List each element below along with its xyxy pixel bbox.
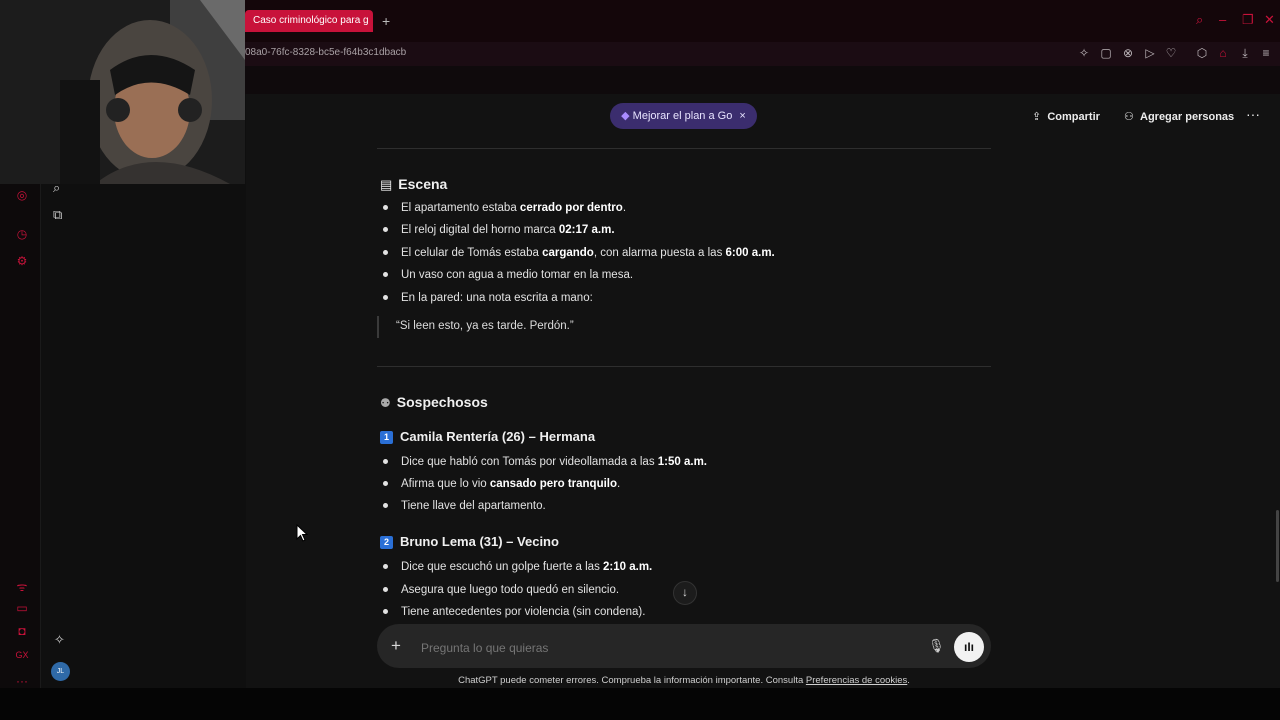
prompt-input[interactable] bbox=[419, 640, 903, 656]
divider bbox=[377, 366, 991, 367]
share-button[interactable]: ⇪ Compartir bbox=[1032, 110, 1100, 123]
list-item: Un vaso con agua a medio tomar en la mes… bbox=[383, 269, 633, 281]
upgrade-label: Mejorar el plan a Go bbox=[632, 110, 733, 122]
list-item: Tiene llave del apartamento. bbox=[383, 500, 546, 512]
library-icon[interactable]: ⧉ bbox=[53, 207, 62, 223]
webcam-overlay bbox=[0, 0, 245, 184]
new-tab-button[interactable]: + bbox=[382, 10, 396, 32]
menu-icon[interactable]: ≡ bbox=[1259, 46, 1273, 60]
play-icon[interactable]: ▷ bbox=[1143, 46, 1157, 60]
disclaimer-end: . bbox=[907, 675, 910, 686]
history-icon[interactable]: ◷ bbox=[14, 227, 30, 241]
list-item: Dice que habló con Tomás por videollamad… bbox=[383, 456, 707, 468]
share-label: Compartir bbox=[1047, 111, 1100, 123]
more-options-icon[interactable]: ··· bbox=[1246, 106, 1260, 122]
voice-mode-button[interactable]: ıIı bbox=[954, 632, 984, 662]
wallet-icon[interactable]: ⌂ bbox=[1216, 46, 1230, 60]
disclaimer-text: ChatGPT puede cometer errores. Comprueba… bbox=[458, 675, 806, 686]
download-icon[interactable]: ⤓ bbox=[1238, 46, 1252, 61]
arrow-down-icon: ↓ bbox=[682, 585, 688, 599]
notepad-icon: ▤ bbox=[380, 177, 393, 192]
cookie-preferences-link[interactable]: Preferencias de cookies bbox=[806, 675, 907, 686]
microphone-icon[interactable]: 🎙︎ bbox=[928, 638, 945, 654]
people-icon: ⚉ bbox=[380, 396, 391, 410]
streamer-image bbox=[0, 0, 245, 184]
add-people-label: Agregar personas bbox=[1140, 111, 1235, 123]
list-item: Afirma que lo vio cansado pero tranquilo… bbox=[383, 478, 620, 490]
scene-title: Escena bbox=[398, 176, 448, 192]
bottom-bar bbox=[0, 688, 1280, 720]
suspect-name: Bruno Lema (31) – Vecino bbox=[400, 534, 559, 549]
list-item: El reloj digital del horno marca 02:17 a… bbox=[383, 224, 615, 236]
instagram-icon[interactable]: ◎ bbox=[14, 188, 30, 202]
cpu-icon[interactable]: ◘ bbox=[14, 624, 30, 638]
extensions-icon[interactable]: ⬡ bbox=[1195, 46, 1209, 60]
battery-icon[interactable]: ▭ bbox=[14, 601, 30, 615]
attach-plus-icon[interactable]: + bbox=[391, 636, 401, 656]
list-item: Asegura que luego todo quedó en silencio… bbox=[383, 584, 619, 596]
suspect-heading: 2 Bruno Lema (31) – Vecino bbox=[380, 534, 559, 549]
settings-icon[interactable]: ⚙ bbox=[14, 254, 30, 268]
suspect-heading: 1 Camila Rentería (26) – Hermana bbox=[380, 429, 595, 444]
list-item: El apartamento estaba cerrado por dentro… bbox=[383, 202, 626, 214]
add-people-button[interactable]: ⚇ Agregar personas bbox=[1124, 110, 1234, 123]
avatar[interactable]: JL bbox=[51, 662, 70, 681]
more-sidebar-icon[interactable]: ··· bbox=[14, 674, 30, 688]
list-item: En la pared: una nota escrita a mano: bbox=[383, 292, 593, 304]
url-text[interactable]: 08a0-76fc-8328-bc5e-f64b3c1dbacb bbox=[245, 47, 406, 58]
heart-icon[interactable]: ♡ bbox=[1164, 46, 1178, 60]
footer-disclaimer: ChatGPT puede cometer errores. Comprueba… bbox=[377, 675, 991, 686]
suspects-title: Sospechosos bbox=[396, 394, 488, 410]
snapshot-icon[interactable]: ▢ bbox=[1099, 46, 1113, 60]
scene-heading: ▤ Escena bbox=[380, 176, 447, 193]
list-item: Dice que escuchó un golpe fuerte a las 2… bbox=[383, 561, 652, 573]
gx-icon[interactable]: GX bbox=[14, 650, 30, 660]
adblock-icon[interactable]: ⊗ bbox=[1121, 46, 1135, 60]
list-item: El celular de Tomás estaba cargando, con… bbox=[383, 247, 775, 259]
maximize-icon[interactable]: ❐ bbox=[1242, 12, 1254, 28]
upgrade-close-icon[interactable]: × bbox=[739, 110, 745, 122]
close-window-icon[interactable]: ✕ bbox=[1264, 12, 1275, 28]
share-icon: ⇪ bbox=[1032, 111, 1042, 123]
search-icon[interactable]: ⌕ bbox=[1196, 12, 1203, 28]
wifi-icon[interactable]: ᯤ bbox=[14, 578, 30, 595]
mouse-cursor-icon bbox=[296, 523, 309, 545]
number-badge: 2 bbox=[380, 536, 393, 549]
suspect-name: Camila Rentería (26) – Hermana bbox=[400, 429, 596, 444]
scrollbar[interactable] bbox=[1276, 510, 1279, 582]
pin-icon[interactable]: ✧ bbox=[1077, 46, 1091, 60]
minimize-icon[interactable]: – bbox=[1219, 12, 1226, 27]
add-person-icon: ⚇ bbox=[1124, 111, 1134, 123]
number-badge: 1 bbox=[380, 431, 393, 444]
sparkle-icon[interactable]: ✧ bbox=[54, 632, 65, 648]
scroll-down-button[interactable]: ↓ bbox=[673, 581, 697, 605]
suspects-heading: ⚉ Sospechosos bbox=[380, 394, 488, 410]
divider bbox=[377, 148, 991, 149]
list-item: Tiene antecedentes por violencia (sin co… bbox=[383, 606, 645, 618]
waveform-icon: ıIı bbox=[963, 640, 974, 654]
browser-tab-active[interactable]: Caso criminológico para g bbox=[245, 10, 373, 32]
tab-title: Caso criminológico para g bbox=[253, 15, 369, 26]
diamond-icon: ◆ bbox=[621, 110, 630, 122]
upgrade-plan-button[interactable]: ◆ Mejorar el plan a Go × bbox=[610, 103, 757, 129]
blockquote: “Si leen esto, ya es tarde. Perdón.” bbox=[377, 316, 574, 338]
